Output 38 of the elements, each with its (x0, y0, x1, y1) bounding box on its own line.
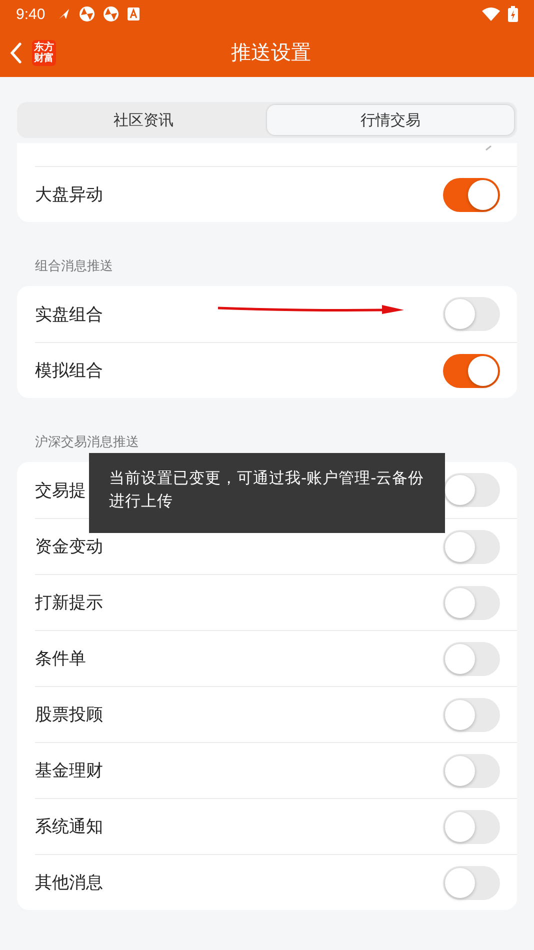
app-notification-icon (103, 6, 120, 22)
chevron-icon (485, 145, 493, 151)
setting-label: 基金理财 (35, 760, 103, 782)
setting-label: 股票投顾 (35, 704, 103, 726)
setting-label: 其他消息 (35, 872, 103, 894)
wifi-icon (482, 7, 500, 21)
section-title: 沪深交易消息推送 (34, 434, 140, 452)
status-time: 9:40 (16, 6, 46, 22)
setting-label: 系统通知 (35, 816, 103, 838)
toggle-switch[interactable] (443, 866, 500, 900)
toggle-switch[interactable] (443, 530, 500, 564)
app-notification-icon (79, 6, 96, 22)
setting-label: 打新提示 (35, 592, 103, 614)
toggle-switch[interactable] (443, 178, 500, 212)
toggle-switch[interactable] (443, 754, 500, 788)
logo-text: 东方 (34, 42, 54, 52)
setting-label: 实盘组合 (35, 304, 103, 326)
keyboard-icon (127, 7, 140, 21)
logo-text: 财富 (34, 52, 54, 64)
battery-icon (508, 6, 518, 22)
toggle-switch[interactable] (443, 810, 500, 844)
setting-label: 模拟组合 (35, 360, 103, 382)
toggle-switch[interactable] (443, 473, 500, 507)
toast-message: 当前设置已变更，可通过我-账户管理-云备份进行上传 (89, 453, 445, 533)
toggle-switch[interactable] (443, 642, 500, 676)
setting-label: 大盘异动 (35, 184, 103, 206)
section-title: 组合消息推送 (34, 258, 114, 276)
setting-label: 交易提 (35, 480, 86, 502)
toggle-switch[interactable] (443, 698, 500, 732)
setting-label: 资金变动 (35, 536, 103, 558)
back-icon[interactable] (10, 42, 22, 64)
toggle-switch[interactable] (443, 297, 500, 331)
toggle-switch[interactable] (443, 586, 500, 620)
page-title: 推送设置 (231, 39, 311, 66)
setting-label: 条件单 (35, 648, 86, 670)
tab[interactable]: 社区资讯 (20, 105, 267, 135)
tab[interactable]: 行情交易 (267, 105, 514, 135)
toggle-switch[interactable] (443, 354, 500, 388)
